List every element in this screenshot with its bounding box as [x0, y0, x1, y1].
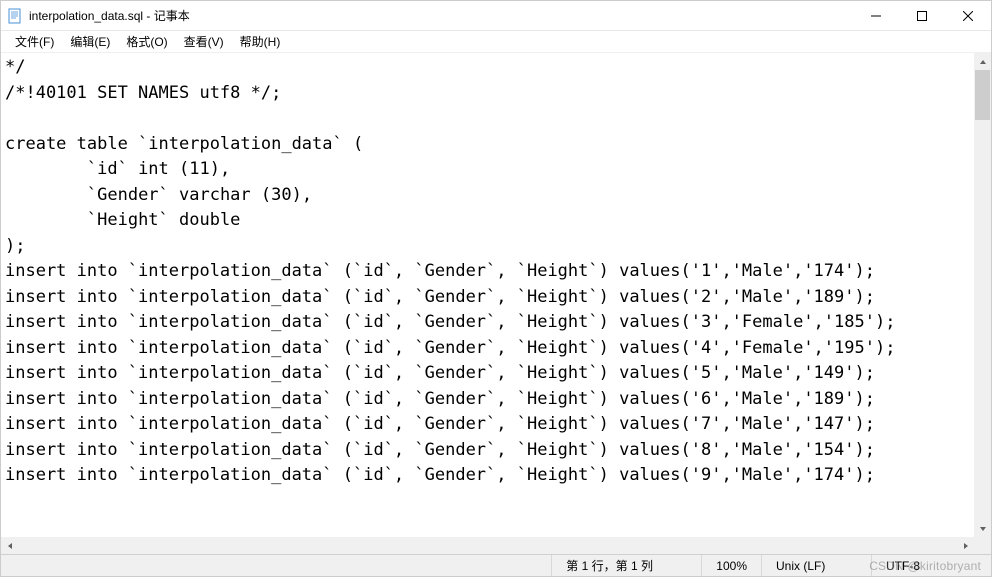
scroll-up-button[interactable] [974, 53, 991, 70]
scroll-corner [974, 537, 991, 554]
status-zoom: 100% [701, 555, 761, 576]
content-area: */ /*!40101 SET NAMES utf8 */; create ta… [1, 53, 991, 554]
horizontal-scroll-thumb[interactable] [18, 538, 957, 553]
status-line-ending: Unix (LF) [761, 555, 871, 576]
scroll-right-button[interactable] [957, 537, 974, 554]
status-encoding: UTF-8 [871, 555, 991, 576]
menubar: 文件(F) 编辑(E) 格式(O) 查看(V) 帮助(H) [1, 31, 991, 53]
minimize-button[interactable] [853, 1, 899, 30]
statusbar: 第 1 行，第 1 列 100% Unix (LF) UTF-8 [1, 554, 991, 576]
menu-file[interactable]: 文件(F) [7, 31, 62, 52]
menu-format[interactable]: 格式(O) [118, 31, 175, 52]
horizontal-scrollbar[interactable] [1, 537, 974, 554]
close-button[interactable] [945, 1, 991, 30]
titlebar: interpolation_data.sql - 记事本 [1, 1, 991, 31]
window-title: interpolation_data.sql - 记事本 [29, 7, 853, 24]
maximize-button[interactable] [899, 1, 945, 30]
horizontal-scroll-track[interactable] [18, 537, 957, 554]
status-position: 第 1 行，第 1 列 [551, 555, 701, 576]
text-editor[interactable]: */ /*!40101 SET NAMES utf8 */; create ta… [1, 53, 974, 554]
notepad-icon [7, 8, 23, 24]
menu-view[interactable]: 查看(V) [176, 31, 232, 52]
window-controls [853, 1, 991, 30]
vertical-scrollbar[interactable] [974, 53, 991, 554]
menu-help[interactable]: 帮助(H) [232, 31, 289, 52]
scroll-left-button[interactable] [1, 537, 18, 554]
scroll-down-button[interactable] [974, 520, 991, 537]
vertical-scroll-thumb[interactable] [975, 70, 990, 120]
menu-edit[interactable]: 编辑(E) [62, 31, 118, 52]
